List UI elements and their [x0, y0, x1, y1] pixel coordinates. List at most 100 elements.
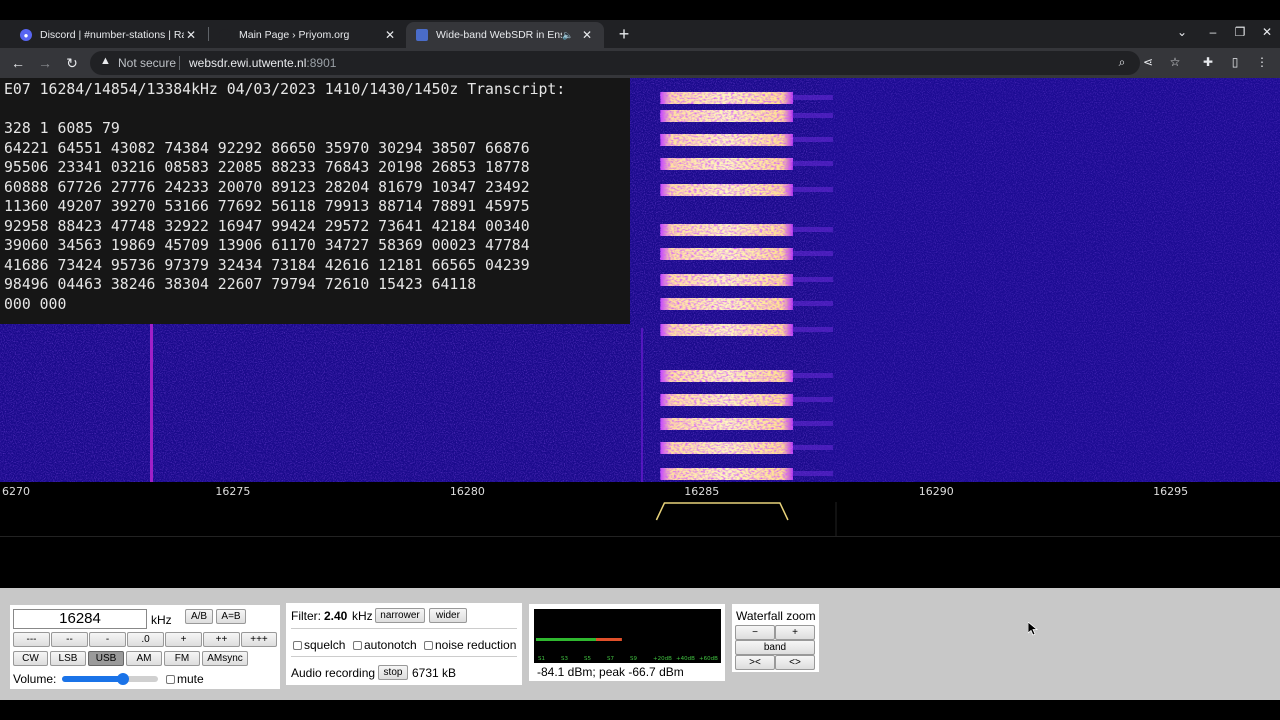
- signal-burst-texture: [660, 442, 793, 454]
- recording-label: Audio recording: [291, 666, 376, 680]
- transcript-line: 64221 64551 43082 74384 92292 86650 3597…: [4, 139, 530, 157]
- restore-icon[interactable]: ❐: [1230, 25, 1250, 39]
- narrower-button[interactable]: narrower: [375, 608, 425, 623]
- minimize-icon[interactable]: –: [1203, 25, 1223, 39]
- recording-divider: [291, 656, 517, 657]
- zoom-out-button[interactable]: −: [735, 625, 775, 640]
- warning-icon[interactable]: ▲: [100, 55, 111, 67]
- frequency-scale[interactable]: 6270 16275 16280 16285 16290 16295: [0, 482, 1280, 537]
- passband-indicator[interactable]: [0, 482, 1280, 537]
- title-bar: [0, 0, 1280, 20]
- wider-button[interactable]: wider: [429, 608, 467, 623]
- signal-burst-tail: [792, 251, 833, 256]
- filter-label: Filter:: [291, 609, 321, 623]
- tab-priyom[interactable]: Main Page › Priyom.org ✕: [209, 22, 407, 48]
- mode-cw-button[interactable]: CW: [13, 651, 48, 666]
- transcript-line: 98496 04463 38246 38304 22607 79794 7261…: [4, 276, 477, 293]
- checkbox-box[interactable]: [166, 675, 175, 684]
- url-host: websdr.ewi.utwente.nl: [189, 56, 307, 70]
- mute-checkbox[interactable]: mute: [166, 672, 204, 686]
- zoom-narrow-button[interactable]: ><: [735, 655, 775, 670]
- signal-burst-texture: [660, 110, 793, 122]
- speaker-icon[interactable]: 🔈: [562, 30, 574, 41]
- security-label[interactable]: Not secure: [118, 56, 176, 70]
- checkbox-box[interactable]: [293, 641, 302, 650]
- close-icon[interactable]: ✕: [580, 28, 594, 42]
- back-icon[interactable]: ←: [8, 53, 28, 73]
- mode-lsb-button[interactable]: LSB: [50, 651, 86, 666]
- signal-burst-tail: [792, 95, 833, 100]
- transcript-line: 11360 49207 39270 53166 77692 56118 7991…: [4, 198, 530, 215]
- step-plus-1-button[interactable]: +: [165, 632, 202, 647]
- zoom-wide-button[interactable]: <>: [775, 655, 815, 670]
- reload-icon[interactable]: ↻: [62, 53, 82, 73]
- tab-websdr[interactable]: Wide-band WebSDR in Ensch 🔈 ✕: [406, 22, 604, 48]
- signal-burst-tail: [792, 301, 833, 306]
- mode-fm-button[interactable]: FM: [164, 651, 200, 666]
- meter-bar-green: [536, 638, 596, 641]
- checkbox-box[interactable]: [353, 641, 362, 650]
- transcript-header: E07 16284/14854/13384kHz 04/03/2023 1410…: [4, 81, 566, 98]
- tab-title: Main Page › Priyom.org: [239, 29, 350, 41]
- mode-usb-button[interactable]: USB: [88, 651, 124, 666]
- smeter-panel: S1 S3 S5 S7 S9 +20dB +40dB +60dB -84.1 dBm; pea…: [529, 604, 725, 681]
- extensions-icon[interactable]: ✚: [1200, 55, 1216, 69]
- volume-knob[interactable]: [117, 673, 130, 685]
- autonotch-label: autonotch: [364, 638, 417, 652]
- chevron-down-icon[interactable]: ⌄: [1172, 25, 1192, 39]
- step-minus-3-button[interactable]: ---: [13, 632, 50, 647]
- address-bar[interactable]: ▲ Not secure websdr.ewi.utwente.nl:8901 …: [90, 51, 1140, 75]
- share-icon[interactable]: ⋖: [1140, 55, 1156, 69]
- url-text[interactable]: websdr.ewi.utwente.nl:8901: [189, 56, 336, 70]
- meter-scale-label: +20dB: [653, 656, 672, 662]
- checkbox-box[interactable]: [424, 641, 433, 650]
- close-icon[interactable]: ✕: [383, 28, 397, 42]
- passband-shape[interactable]: [655, 502, 789, 521]
- tab-discord[interactable]: ● Discord | #number-stations | Rad ✕: [10, 22, 208, 48]
- signal-burst-tail: [792, 137, 833, 142]
- menu-icon[interactable]: ⋮: [1254, 55, 1270, 69]
- signal-burst-tail: [792, 421, 833, 426]
- new-tab-button[interactable]: +: [615, 24, 633, 44]
- signal-burst-texture: [660, 394, 793, 406]
- frequency-input[interactable]: 16284: [13, 609, 147, 629]
- noise-reduction-label: noise reduction: [435, 638, 517, 652]
- squelch-checkbox[interactable]: squelch: [293, 638, 345, 652]
- zoom-icon[interactable]: ⌕: [1114, 55, 1130, 70]
- a-equals-b-button[interactable]: A=B: [216, 609, 246, 624]
- meter-scale-label: S5: [584, 656, 591, 662]
- volume-slider[interactable]: [62, 673, 158, 685]
- squelch-label: squelch: [304, 638, 346, 652]
- side-panel-icon[interactable]: ▯: [1227, 55, 1243, 69]
- signal-burst-texture: [660, 468, 793, 480]
- step-plus-2-button[interactable]: ++: [203, 632, 240, 647]
- forward-icon[interactable]: →: [35, 53, 55, 73]
- signal-burst-texture: [660, 324, 793, 336]
- stop-recording-button[interactable]: stop: [378, 665, 408, 680]
- step-plus-3-button[interactable]: +++: [241, 632, 277, 647]
- step-round-button[interactable]: .0: [127, 632, 164, 647]
- meter-bar-red: [596, 638, 622, 641]
- close-icon[interactable]: ✕: [184, 28, 198, 42]
- carrier-trace: [150, 324, 153, 482]
- zoom-band-button[interactable]: band: [735, 640, 815, 655]
- filter-unit: kHz: [352, 609, 373, 623]
- transcript-line: 95506 23341 03216 08583 22085 88233 7684…: [4, 159, 530, 176]
- autonotch-checkbox[interactable]: autonotch: [353, 638, 417, 652]
- zoom-in-button[interactable]: +: [775, 625, 815, 640]
- step-minus-1-button[interactable]: -: [89, 632, 126, 647]
- frequency-unit: kHz: [151, 613, 172, 627]
- signal-burst-tail: [792, 161, 833, 166]
- discord-icon: ●: [20, 29, 32, 41]
- ab-button[interactable]: A/B: [185, 609, 213, 624]
- volume-label: Volume:: [13, 672, 57, 686]
- step-minus-2-button[interactable]: --: [51, 632, 88, 647]
- signal-burst-texture: [660, 274, 793, 286]
- close-window-icon[interactable]: ✕: [1257, 25, 1277, 39]
- mode-am-button[interactable]: AM: [126, 651, 162, 666]
- bookmark-star-icon[interactable]: ☆: [1167, 55, 1183, 69]
- mode-amsync-button[interactable]: AMsync: [202, 651, 248, 666]
- mute-label: mute: [177, 672, 204, 686]
- meter-background: [534, 609, 721, 663]
- noise-reduction-checkbox[interactable]: noise reduction: [424, 638, 516, 652]
